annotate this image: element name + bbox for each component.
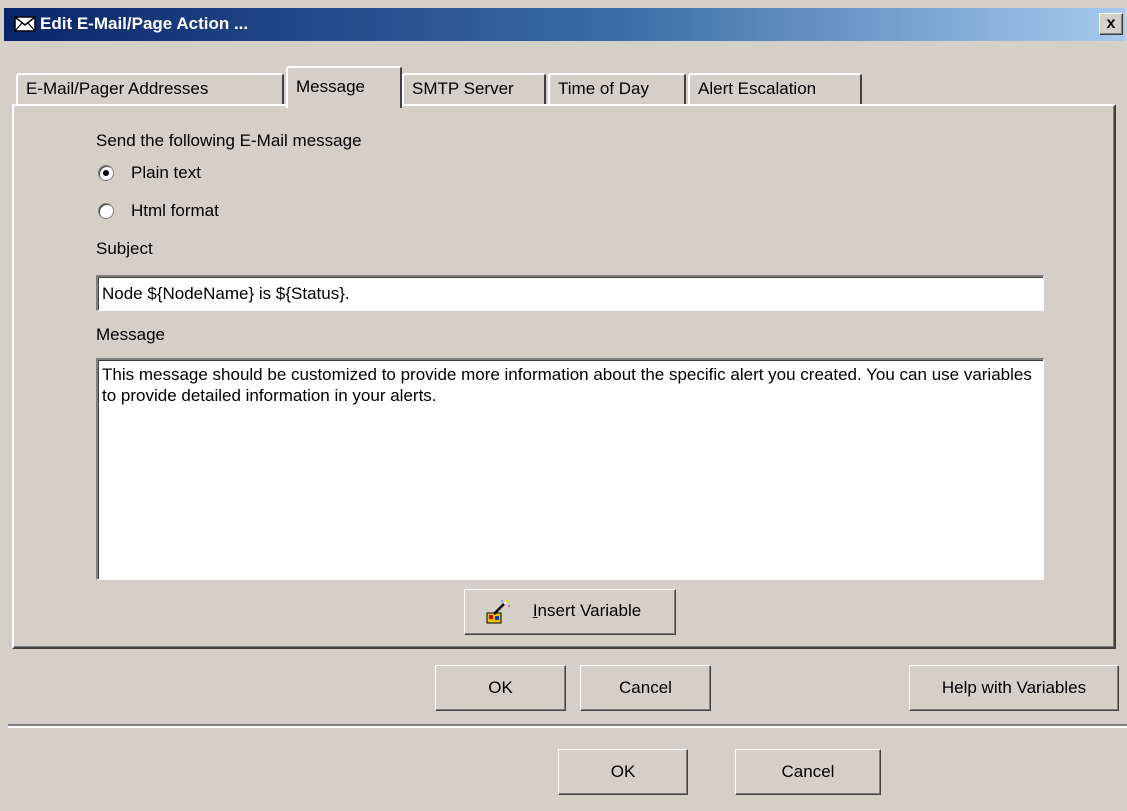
close-button[interactable]: x	[1099, 13, 1123, 35]
window-title: Edit E-Mail/Page Action ...	[40, 14, 249, 33]
window-separator	[8, 724, 1127, 728]
outer-ok-button[interactable]: OK	[558, 749, 688, 795]
tab-label: SMTP Server	[412, 79, 514, 98]
close-icon: x	[1106, 15, 1116, 32]
tab-email-pager-addresses[interactable]: E-Mail/Pager Addresses	[16, 73, 284, 105]
outer-cancel-button[interactable]: Cancel	[735, 749, 881, 795]
tab-message[interactable]: Message	[286, 66, 402, 108]
tab-alert-escalation[interactable]: Alert Escalation	[688, 73, 862, 105]
tab-time-of-day[interactable]: Time of Day	[548, 73, 686, 105]
cancel-button[interactable]: Cancel	[580, 665, 711, 711]
tab-label: Time of Day	[558, 79, 650, 98]
tab-label: Alert Escalation	[698, 79, 817, 98]
help-with-variables-button[interactable]: Help with Variables	[909, 665, 1119, 711]
ok-button[interactable]: OK	[435, 665, 566, 711]
tab-smtp-server[interactable]: SMTP Server	[402, 73, 546, 105]
tab-label: E-Mail/Pager Addresses	[26, 79, 209, 98]
edit-email-page-action-dialog: Edit E-Mail/Page Action ... x E-Mail/Pag…	[0, 0, 1127, 726]
tab-label: Message	[296, 77, 365, 96]
message-tab-panel	[12, 104, 1116, 649]
envelope-icon	[14, 16, 36, 32]
title-bar[interactable]: Edit E-Mail/Page Action ... x	[4, 8, 1125, 41]
